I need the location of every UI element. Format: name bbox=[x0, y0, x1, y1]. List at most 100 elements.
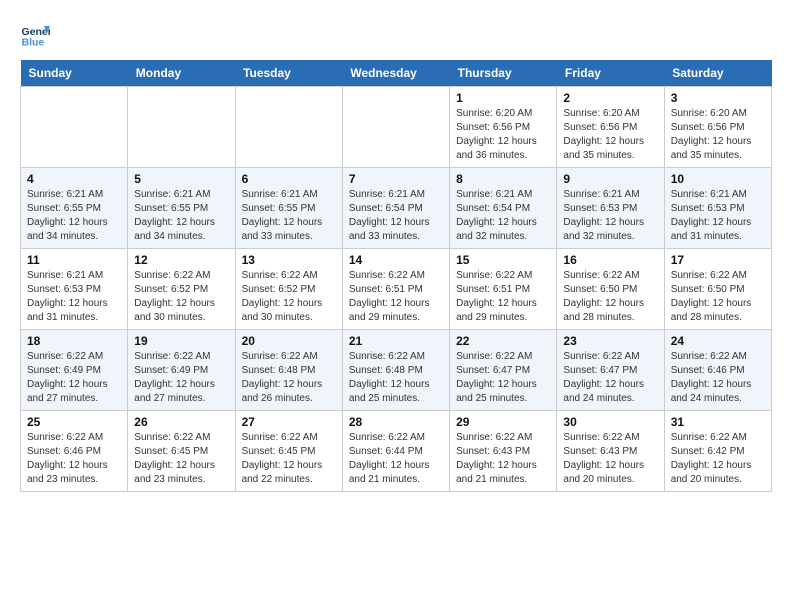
day-info: Sunrise: 6:22 AM Sunset: 6:47 PM Dayligh… bbox=[456, 350, 550, 406]
day-number: 14 bbox=[349, 253, 443, 267]
empty-cell bbox=[235, 87, 342, 168]
weekday-header-tuesday: Tuesday bbox=[235, 60, 342, 87]
day-number: 12 bbox=[134, 253, 228, 267]
day-number: 25 bbox=[27, 415, 121, 429]
day-cell-4: 4 Sunrise: 6:21 AM Sunset: 6:55 PM Daylig… bbox=[21, 168, 128, 249]
day-info: Sunrise: 6:21 AM Sunset: 6:55 PM Dayligh… bbox=[27, 188, 121, 244]
day-cell-2: 2 Sunrise: 6:20 AM Sunset: 6:56 PM Daylig… bbox=[557, 87, 664, 168]
day-cell-16: 16Sunrise: 6:22 AM Sunset: 6:50 PM Dayli… bbox=[557, 249, 664, 330]
day-cell-23: 23 Sunrise: 6:22 AM Sunset: 6:47 PM Dayli… bbox=[557, 330, 664, 411]
day-info: Sunrise: 6:22 AM Sunset: 6:42 PM Dayligh… bbox=[671, 431, 765, 487]
weekday-header-wednesday: Wednesday bbox=[342, 60, 449, 87]
day-info: Sunrise: 6:22 AM Sunset: 6:46 PM Dayligh… bbox=[671, 350, 765, 406]
day-number: 10 bbox=[671, 172, 765, 186]
day-number: 6 bbox=[242, 172, 336, 186]
day-info: Sunrise: 6:21 AM Sunset: 6:53 PM Dayligh… bbox=[671, 188, 765, 244]
day-info: Sunrise: 6:22 AM Sunset: 6:50 PM Dayligh… bbox=[563, 269, 657, 325]
day-cell-29: 29 Sunrise: 6:22 AM Sunset: 6:43 PM Dayli… bbox=[450, 411, 557, 492]
day-cell-31: 31 Sunrise: 6:22 AM Sunset: 6:42 PM Dayli… bbox=[664, 411, 771, 492]
day-info: Sunrise: 6:21 AM Sunset: 6:54 PM Dayligh… bbox=[456, 188, 550, 244]
day-info: Sunrise: 6:20 AM Sunset: 6:56 PM Dayligh… bbox=[563, 107, 657, 163]
day-number: 29 bbox=[456, 415, 550, 429]
day-cell-6: 6 Sunrise: 6:21 AM Sunset: 6:55 PM Daylig… bbox=[235, 168, 342, 249]
day-info: Sunrise: 6:22 AM Sunset: 6:48 PM Dayligh… bbox=[349, 350, 443, 406]
day-number: 17 bbox=[671, 253, 765, 267]
week-row-3: 11 Sunrise: 6:21 AM Sunset: 6:53 PM Dayli… bbox=[21, 249, 772, 330]
day-number: 22 bbox=[456, 334, 550, 348]
day-info: Sunrise: 6:21 AM Sunset: 6:55 PM Dayligh… bbox=[134, 188, 228, 244]
day-number: 5 bbox=[134, 172, 228, 186]
calendar-table: SundayMondayTuesdayWednesdayThursdayFrid… bbox=[20, 60, 772, 492]
day-number: 19 bbox=[134, 334, 228, 348]
day-number: 28 bbox=[349, 415, 443, 429]
day-cell-5: 5 Sunrise: 6:21 AM Sunset: 6:55 PM Daylig… bbox=[128, 168, 235, 249]
page-header: General Blue bbox=[20, 20, 772, 50]
week-row-2: 4 Sunrise: 6:21 AM Sunset: 6:55 PM Daylig… bbox=[21, 168, 772, 249]
day-number: 21 bbox=[349, 334, 443, 348]
weekday-header-saturday: Saturday bbox=[664, 60, 771, 87]
day-info: Sunrise: 6:22 AM Sunset: 6:51 PM Dayligh… bbox=[349, 269, 443, 325]
day-info: Sunrise: 6:21 AM Sunset: 6:53 PM Dayligh… bbox=[563, 188, 657, 244]
day-cell-20: 20 Sunrise: 6:22 AM Sunset: 6:48 PM Dayli… bbox=[235, 330, 342, 411]
day-number: 8 bbox=[456, 172, 550, 186]
week-row-1: 1Sunrise: 6:20 AM Sunset: 6:56 PM Daylig… bbox=[21, 87, 772, 168]
day-cell-14: 14 Sunrise: 6:22 AM Sunset: 6:51 PM Dayli… bbox=[342, 249, 449, 330]
day-cell-21: 21 Sunrise: 6:22 AM Sunset: 6:48 PM Dayli… bbox=[342, 330, 449, 411]
day-info: Sunrise: 6:21 AM Sunset: 6:53 PM Dayligh… bbox=[27, 269, 121, 325]
day-number: 27 bbox=[242, 415, 336, 429]
empty-cell bbox=[342, 87, 449, 168]
day-info: Sunrise: 6:22 AM Sunset: 6:48 PM Dayligh… bbox=[242, 350, 336, 406]
day-cell-10: 10 Sunrise: 6:21 AM Sunset: 6:53 PM Dayli… bbox=[664, 168, 771, 249]
day-number: 2 bbox=[563, 91, 657, 105]
day-number: 11 bbox=[27, 253, 121, 267]
day-info: Sunrise: 6:21 AM Sunset: 6:55 PM Dayligh… bbox=[242, 188, 336, 244]
day-number: 9 bbox=[563, 172, 657, 186]
day-cell-18: 18Sunrise: 6:22 AM Sunset: 6:49 PM Dayli… bbox=[21, 330, 128, 411]
day-cell-27: 27 Sunrise: 6:22 AM Sunset: 6:45 PM Dayli… bbox=[235, 411, 342, 492]
weekday-header-thursday: Thursday bbox=[450, 60, 557, 87]
day-info: Sunrise: 6:22 AM Sunset: 6:44 PM Dayligh… bbox=[349, 431, 443, 487]
day-cell-25: 25Sunrise: 6:22 AM Sunset: 6:46 PM Dayli… bbox=[21, 411, 128, 492]
day-number: 7 bbox=[349, 172, 443, 186]
day-cell-8: 8 Sunrise: 6:21 AM Sunset: 6:54 PM Daylig… bbox=[450, 168, 557, 249]
day-info: Sunrise: 6:22 AM Sunset: 6:47 PM Dayligh… bbox=[563, 350, 657, 406]
day-info: Sunrise: 6:22 AM Sunset: 6:45 PM Dayligh… bbox=[242, 431, 336, 487]
weekday-header-friday: Friday bbox=[557, 60, 664, 87]
day-cell-11: 11 Sunrise: 6:21 AM Sunset: 6:53 PM Dayli… bbox=[21, 249, 128, 330]
day-cell-22: 22 Sunrise: 6:22 AM Sunset: 6:47 PM Dayli… bbox=[450, 330, 557, 411]
day-number: 26 bbox=[134, 415, 228, 429]
logo: General Blue bbox=[20, 20, 54, 50]
day-info: Sunrise: 6:22 AM Sunset: 6:49 PM Dayligh… bbox=[134, 350, 228, 406]
day-info: Sunrise: 6:22 AM Sunset: 6:43 PM Dayligh… bbox=[456, 431, 550, 487]
day-number: 18 bbox=[27, 334, 121, 348]
day-cell-13: 13 Sunrise: 6:22 AM Sunset: 6:52 PM Dayli… bbox=[235, 249, 342, 330]
day-info: Sunrise: 6:22 AM Sunset: 6:50 PM Dayligh… bbox=[671, 269, 765, 325]
day-number: 13 bbox=[242, 253, 336, 267]
day-number: 30 bbox=[563, 415, 657, 429]
day-info: Sunrise: 6:22 AM Sunset: 6:52 PM Dayligh… bbox=[134, 269, 228, 325]
day-info: Sunrise: 6:22 AM Sunset: 6:51 PM Dayligh… bbox=[456, 269, 550, 325]
day-info: Sunrise: 6:22 AM Sunset: 6:52 PM Dayligh… bbox=[242, 269, 336, 325]
day-cell-9: 9 Sunrise: 6:21 AM Sunset: 6:53 PM Daylig… bbox=[557, 168, 664, 249]
day-cell-24: 24 Sunrise: 6:22 AM Sunset: 6:46 PM Dayli… bbox=[664, 330, 771, 411]
day-info: Sunrise: 6:22 AM Sunset: 6:43 PM Dayligh… bbox=[563, 431, 657, 487]
day-info: Sunrise: 6:22 AM Sunset: 6:45 PM Dayligh… bbox=[134, 431, 228, 487]
day-number: 31 bbox=[671, 415, 765, 429]
week-row-5: 25Sunrise: 6:22 AM Sunset: 6:46 PM Dayli… bbox=[21, 411, 772, 492]
empty-cell bbox=[128, 87, 235, 168]
day-number: 20 bbox=[242, 334, 336, 348]
day-number: 23 bbox=[563, 334, 657, 348]
day-info: Sunrise: 6:20 AM Sunset: 6:56 PM Dayligh… bbox=[671, 107, 765, 163]
day-number: 4 bbox=[27, 172, 121, 186]
day-cell-26: 26 Sunrise: 6:22 AM Sunset: 6:45 PM Dayli… bbox=[128, 411, 235, 492]
weekday-header-row: SundayMondayTuesdayWednesdayThursdayFrid… bbox=[21, 60, 772, 87]
svg-text:Blue: Blue bbox=[22, 37, 45, 49]
day-cell-19: 19 Sunrise: 6:22 AM Sunset: 6:49 PM Dayli… bbox=[128, 330, 235, 411]
day-number: 24 bbox=[671, 334, 765, 348]
day-cell-28: 28 Sunrise: 6:22 AM Sunset: 6:44 PM Dayli… bbox=[342, 411, 449, 492]
day-number: 3 bbox=[671, 91, 765, 105]
day-number: 15 bbox=[456, 253, 550, 267]
day-cell-17: 17 Sunrise: 6:22 AM Sunset: 6:50 PM Dayli… bbox=[664, 249, 771, 330]
day-cell-12: 12 Sunrise: 6:22 AM Sunset: 6:52 PM Dayli… bbox=[128, 249, 235, 330]
day-cell-7: 7Sunrise: 6:21 AM Sunset: 6:54 PM Daylig… bbox=[342, 168, 449, 249]
